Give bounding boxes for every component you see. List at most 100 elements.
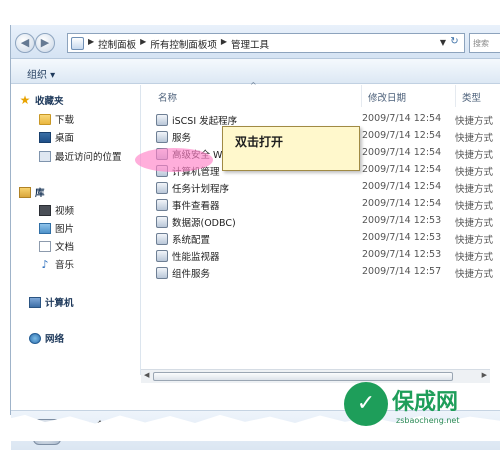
- file-row[interactable]: 系统配置 2009/7/14 12:53 快捷方式: [152, 231, 500, 246]
- organize-button[interactable]: 组织 ▾: [27, 66, 55, 81]
- file-date: 2009/7/14 12:57: [362, 266, 442, 277]
- sidebar-item-label: 库: [35, 188, 45, 199]
- sidebar-item-label: 网络: [45, 334, 65, 345]
- highlight-marker: [135, 148, 213, 172]
- file-row[interactable]: 性能监视器 2009/7/14 12:53 快捷方式: [152, 248, 500, 263]
- shortcut-icon: [156, 114, 168, 126]
- sidebar-item-libraries[interactable]: 库: [19, 185, 45, 199]
- column-header-name[interactable]: 名称: [152, 85, 362, 107]
- file-name: 组件服务: [172, 269, 211, 280]
- address-bar-region: ◀ ▶ ▶ 控制面板 ▶ 所有控制面板项 ▶ 管理工具 ▼ ↻ 搜索: [11, 25, 500, 59]
- sidebar-item-desktop[interactable]: 桌面: [39, 130, 74, 144]
- refresh-icon[interactable]: ↻: [447, 36, 462, 51]
- desktop-icon: [39, 131, 51, 143]
- watermark-title: 保成网: [392, 390, 459, 415]
- sidebar-item-recent-places[interactable]: 最近访问的位置: [39, 149, 122, 163]
- file-type: 快捷方式: [455, 150, 494, 161]
- file-row[interactable]: 组件服务 2009/7/14 12:57 快捷方式: [152, 265, 500, 280]
- sidebar-item-label: 图片: [55, 224, 75, 235]
- watermark-url: zsbaocheng.net: [396, 416, 460, 425]
- shortcut-icon: [156, 199, 168, 211]
- breadcrumb-item-admin-tools[interactable]: 管理工具: [231, 37, 269, 51]
- network-icon: [29, 332, 41, 344]
- back-button[interactable]: ◀: [15, 33, 35, 53]
- picture-icon: [39, 222, 51, 234]
- library-icon: [19, 186, 31, 198]
- sidebar-item-label: 视频: [55, 206, 75, 217]
- watermark: ✓ 保成网 zsbaocheng.net: [344, 378, 494, 436]
- file-name: 系统配置: [172, 235, 211, 246]
- breadcrumb-item-all-items[interactable]: 所有控制面板项: [150, 37, 217, 51]
- shortcut-icon: [156, 131, 168, 143]
- address-bar[interactable]: ▶ 控制面板 ▶ 所有控制面板项 ▶ 管理工具 ▼ ↻: [67, 33, 465, 53]
- file-date: 2009/7/14 12:54: [362, 164, 442, 175]
- sidebar-item-label: 收藏夹: [35, 96, 64, 107]
- search-placeholder: 搜索: [473, 39, 489, 48]
- file-type: 快捷方式: [455, 167, 494, 178]
- file-type: 快捷方式: [455, 133, 494, 144]
- shortcut-icon: [156, 233, 168, 245]
- file-name: 任务计划程序: [172, 184, 230, 195]
- sidebar-item-favorites[interactable]: ★ 收藏夹: [19, 92, 64, 108]
- breadcrumb-item-control-panel[interactable]: 控制面板: [98, 37, 136, 51]
- sidebar-item-label: 下载: [55, 115, 75, 126]
- navigation-pane: ★ 收藏夹 下载 桌面 最近访问的位置 库 视频 图片 文档 ♪ 音乐 计算机 …: [11, 85, 141, 375]
- chevron-right-icon[interactable]: ▶: [88, 37, 94, 51]
- file-date: 2009/7/14 12:54: [362, 147, 442, 158]
- file-type: 快捷方式: [455, 218, 494, 229]
- instruction-callout: 双击打开: [222, 126, 360, 171]
- file-date: 2009/7/14 12:54: [362, 181, 442, 192]
- shield-logo-icon: ✓: [344, 382, 388, 426]
- file-row[interactable]: 任务计划程序 2009/7/14 12:54 快捷方式: [152, 180, 500, 195]
- sidebar-item-label: 文档: [55, 242, 75, 253]
- file-date: 2009/7/14 12:54: [362, 113, 442, 124]
- shortcut-icon: [156, 216, 168, 228]
- shortcut-icon: [156, 182, 168, 194]
- file-date: 2009/7/14 12:53: [362, 215, 442, 226]
- sidebar-item-documents[interactable]: 文档: [39, 239, 74, 253]
- sidebar-item-network[interactable]: 网络: [29, 331, 64, 345]
- file-type: 快捷方式: [455, 235, 494, 246]
- shortcut-icon: [156, 267, 168, 279]
- file-name: 服务: [172, 133, 192, 144]
- file-type: 快捷方式: [455, 116, 494, 127]
- star-icon: ★: [19, 92, 31, 107]
- sidebar-item-music[interactable]: ♪ 音乐: [39, 257, 75, 272]
- file-type: 快捷方式: [455, 184, 494, 195]
- computer-icon: [29, 296, 41, 308]
- sidebar-item-videos[interactable]: 视频: [39, 203, 74, 217]
- shortcut-icon: [156, 250, 168, 262]
- file-type: 快捷方式: [455, 201, 494, 212]
- file-name: 性能监视器: [172, 252, 220, 263]
- sidebar-item-computer[interactable]: 计算机: [29, 295, 74, 309]
- column-header-date[interactable]: 修改日期: [362, 85, 456, 107]
- breadcrumb: ▶ 控制面板 ▶ 所有控制面板项 ▶ 管理工具: [88, 37, 269, 51]
- chevron-down-icon[interactable]: ▼: [440, 38, 446, 47]
- scroll-left-icon[interactable]: ◀: [144, 371, 149, 379]
- file-row[interactable]: iSCSI 发起程序 2009/7/14 12:54 快捷方式: [152, 112, 500, 127]
- chevron-right-icon[interactable]: ▶: [140, 37, 146, 51]
- search-input[interactable]: 搜索: [469, 33, 500, 53]
- downloads-folder-icon: [39, 113, 51, 125]
- forward-button[interactable]: ▶: [35, 33, 55, 53]
- file-name: 事件查看器: [172, 201, 220, 212]
- sidebar-item-pictures[interactable]: 图片: [39, 221, 74, 235]
- sidebar-item-label: 音乐: [55, 260, 75, 271]
- chevron-right-icon[interactable]: ▶: [221, 37, 227, 51]
- file-type: 快捷方式: [455, 269, 494, 280]
- file-row[interactable]: 数据源(ODBC) 2009/7/14 12:53 快捷方式: [152, 214, 500, 229]
- file-row[interactable]: 事件查看器 2009/7/14 12:54 快捷方式: [152, 197, 500, 212]
- file-name: 数据源(ODBC): [172, 218, 236, 229]
- sidebar-item-label: 计算机: [45, 298, 74, 309]
- file-name: iSCSI 发起程序: [172, 116, 238, 127]
- back-arrow-icon: ◀: [20, 36, 30, 49]
- column-header-type[interactable]: 类型: [456, 85, 500, 107]
- explorer-window: ◀ ▶ ▶ 控制面板 ▶ 所有控制面板项 ▶ 管理工具 ▼ ↻ 搜索 组织 ▾ …: [10, 25, 500, 450]
- document-icon: [39, 240, 51, 252]
- recent-places-icon: [39, 150, 51, 162]
- sidebar-item-downloads[interactable]: 下载: [39, 112, 74, 126]
- sidebar-item-label: 桌面: [55, 133, 75, 144]
- file-date: 2009/7/14 12:53: [362, 232, 442, 243]
- file-date: 2009/7/14 12:54: [362, 198, 442, 209]
- control-panel-icon: [71, 37, 84, 50]
